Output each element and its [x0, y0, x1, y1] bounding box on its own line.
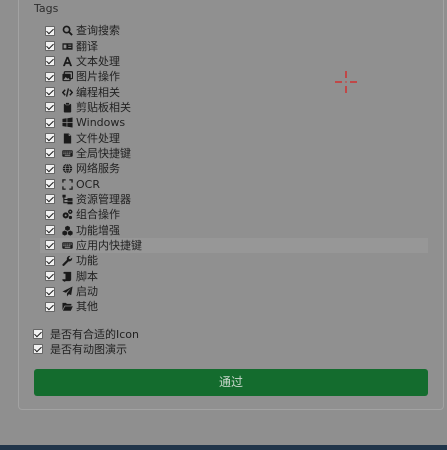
wrench-icon — [62, 255, 73, 267]
tag-label: 组合操作 — [76, 208, 120, 222]
code-icon — [62, 87, 73, 98]
keyboard-icon — [62, 240, 73, 251]
tag-item-script[interactable]: 脚本 — [40, 269, 428, 284]
scan-icon — [62, 178, 73, 190]
option-has-icon[interactable]: 是否有合适的Icon — [28, 326, 139, 342]
tag-item-enhance[interactable]: 功能增强 — [40, 222, 428, 237]
images-icon — [62, 71, 73, 82]
tag-label: 功能增强 — [76, 223, 120, 237]
tag-item-translate[interactable]: 翻译 — [40, 38, 428, 53]
keyboard-icon — [62, 148, 73, 159]
tag-checkbox[interactable] — [45, 163, 55, 174]
tag-checkbox[interactable] — [45, 102, 55, 113]
language-icon — [62, 41, 73, 52]
tag-label: Windows — [76, 116, 126, 130]
tag-checkbox[interactable] — [45, 301, 55, 312]
tag-checkbox[interactable] — [45, 133, 55, 144]
tag-checkbox[interactable] — [45, 87, 55, 98]
globe-icon — [62, 163, 73, 174]
tag-item-explorer[interactable]: 资源管理器 — [40, 192, 428, 207]
cogs-icon — [62, 209, 73, 220]
tag-checkbox[interactable] — [45, 179, 55, 190]
extra-options-list: 是否有合适的Icon 是否有动图演示 — [28, 326, 139, 357]
scroll-icon — [62, 271, 73, 282]
tag-label: 文件处理 — [76, 131, 120, 145]
tag-list: 查询搜索 翻译 文本处理 图片操作 编程相关 剪贴板相关 Windows 文件处… — [40, 23, 428, 315]
tag-item-ocr[interactable]: OCR — [40, 176, 428, 191]
tag-checkbox[interactable] — [45, 209, 55, 220]
option-checkbox[interactable] — [33, 344, 43, 355]
tag-item-programming[interactable]: 编程相关 — [40, 84, 428, 99]
tag-item-search[interactable]: 查询搜索 — [40, 23, 428, 38]
tag-label: 查询搜索 — [76, 24, 120, 38]
approve-button[interactable]: 通过 — [34, 369, 428, 396]
tag-checkbox[interactable] — [45, 56, 55, 67]
tag-item-function[interactable]: 功能 — [40, 253, 428, 268]
tag-checkbox[interactable] — [45, 71, 55, 82]
tag-label: 其他 — [76, 300, 98, 314]
tag-checkbox[interactable] — [45, 286, 55, 297]
tag-label: 图片操作 — [76, 70, 120, 84]
windows-icon — [62, 117, 73, 128]
file-icon — [62, 133, 73, 144]
tag-item-images[interactable]: 图片操作 — [40, 69, 428, 84]
clipboard-icon — [62, 102, 73, 113]
tag-label: 功能 — [76, 254, 98, 268]
option-label: 是否有动图演示 — [50, 343, 127, 357]
tag-checkbox[interactable] — [45, 194, 55, 205]
bottom-bar — [0, 445, 447, 450]
tag-label: 全局快捷键 — [76, 146, 131, 160]
paper-plane-icon — [62, 286, 73, 297]
tag-item-windows[interactable]: Windows — [40, 115, 428, 130]
tag-label: 翻译 — [76, 39, 98, 53]
tag-item-global-hotkey[interactable]: 全局快捷键 — [40, 146, 428, 161]
tag-item-network[interactable]: 网络服务 — [40, 161, 428, 176]
tag-item-combo[interactable]: 组合操作 — [40, 207, 428, 222]
tag-label: 网络服务 — [76, 162, 120, 176]
tag-checkbox[interactable] — [45, 240, 55, 251]
option-has-gif[interactable]: 是否有动图演示 — [28, 342, 139, 358]
tag-label: 启动 — [76, 285, 98, 299]
tag-label: 剪贴板相关 — [76, 100, 131, 114]
tag-item-files[interactable]: 文件处理 — [40, 130, 428, 145]
tag-label: 应用内快捷键 — [76, 238, 142, 252]
tag-label: 文本处理 — [76, 54, 120, 68]
tag-item-clipboard[interactable]: 剪贴板相关 — [40, 100, 428, 115]
tag-checkbox[interactable] — [45, 271, 55, 282]
font-icon — [62, 56, 73, 67]
option-label: 是否有合适的Icon — [50, 327, 139, 341]
tag-checkbox[interactable] — [45, 255, 55, 266]
tag-label: 编程相关 — [76, 85, 120, 99]
cubes-icon — [62, 225, 73, 236]
tag-label: OCR — [76, 177, 100, 191]
folder-tree-icon — [62, 194, 73, 205]
tag-label: 脚本 — [76, 269, 98, 283]
tags-section-title: Tags — [34, 2, 59, 15]
tag-item-text[interactable]: 文本处理 — [40, 54, 428, 69]
tag-checkbox[interactable] — [45, 25, 55, 36]
tag-checkbox[interactable] — [45, 148, 55, 159]
tag-item-other[interactable]: 其他 — [40, 299, 428, 314]
tag-checkbox[interactable] — [45, 225, 55, 236]
crosshair-cursor-icon — [335, 71, 357, 93]
page: Tags 查询搜索 翻译 文本处理 图片操作 编程相关 剪贴板相关 Window… — [0, 0, 447, 450]
tag-checkbox[interactable] — [45, 117, 55, 128]
tag-checkbox[interactable] — [45, 41, 55, 52]
tag-item-launch[interactable]: 启动 — [40, 284, 428, 299]
option-checkbox[interactable] — [33, 328, 43, 339]
tag-item-app-hotkey[interactable]: 应用内快捷键 — [40, 237, 428, 254]
folder-open-icon — [62, 301, 73, 312]
tag-label: 资源管理器 — [76, 192, 131, 206]
search-icon — [62, 25, 73, 36]
